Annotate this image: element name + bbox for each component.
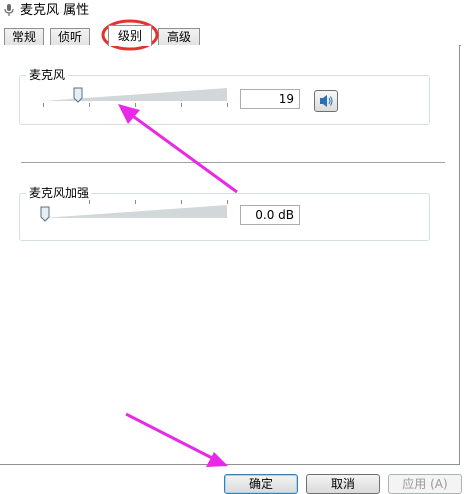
levels-panel: 麦克风 19 麦克风加强 0.0 dB [0,45,460,465]
microphone-level-ticks [43,103,228,109]
speaker-icon [320,95,333,107]
tab-strip: 常规 侦听 级别 高级 [0,24,465,46]
microphone-boost-group-title: 麦克风加强 [26,185,93,201]
microphone-icon [4,4,14,16]
window-title: 麦克风 属性 [20,3,90,18]
separator [21,162,445,163]
tab-general[interactable]: 常规 [4,28,44,45]
microphone-boost-track [43,205,227,218]
microphone-level-track [43,88,227,101]
apply-button[interactable]: 应用 (A) [388,474,462,494]
mute-button[interactable] [314,90,338,112]
microphone-level-slider[interactable] [73,87,83,103]
tab-levels[interactable]: 级别 [108,25,152,46]
microphone-boost-value[interactable]: 0.0 dB [240,205,300,225]
title-bar: 麦克风 属性 [0,0,465,24]
cancel-button[interactable]: 取消 [306,474,380,494]
ok-button[interactable]: 确定 [224,474,298,494]
microphone-boost-ticks [43,200,228,206]
tab-advanced[interactable]: 高级 [158,28,200,45]
microphone-group-title: 麦克风 [26,67,69,83]
microphone-boost-slider[interactable] [40,206,50,222]
tab-listen[interactable]: 侦听 [50,28,90,45]
microphone-level-value[interactable]: 19 [240,89,300,109]
